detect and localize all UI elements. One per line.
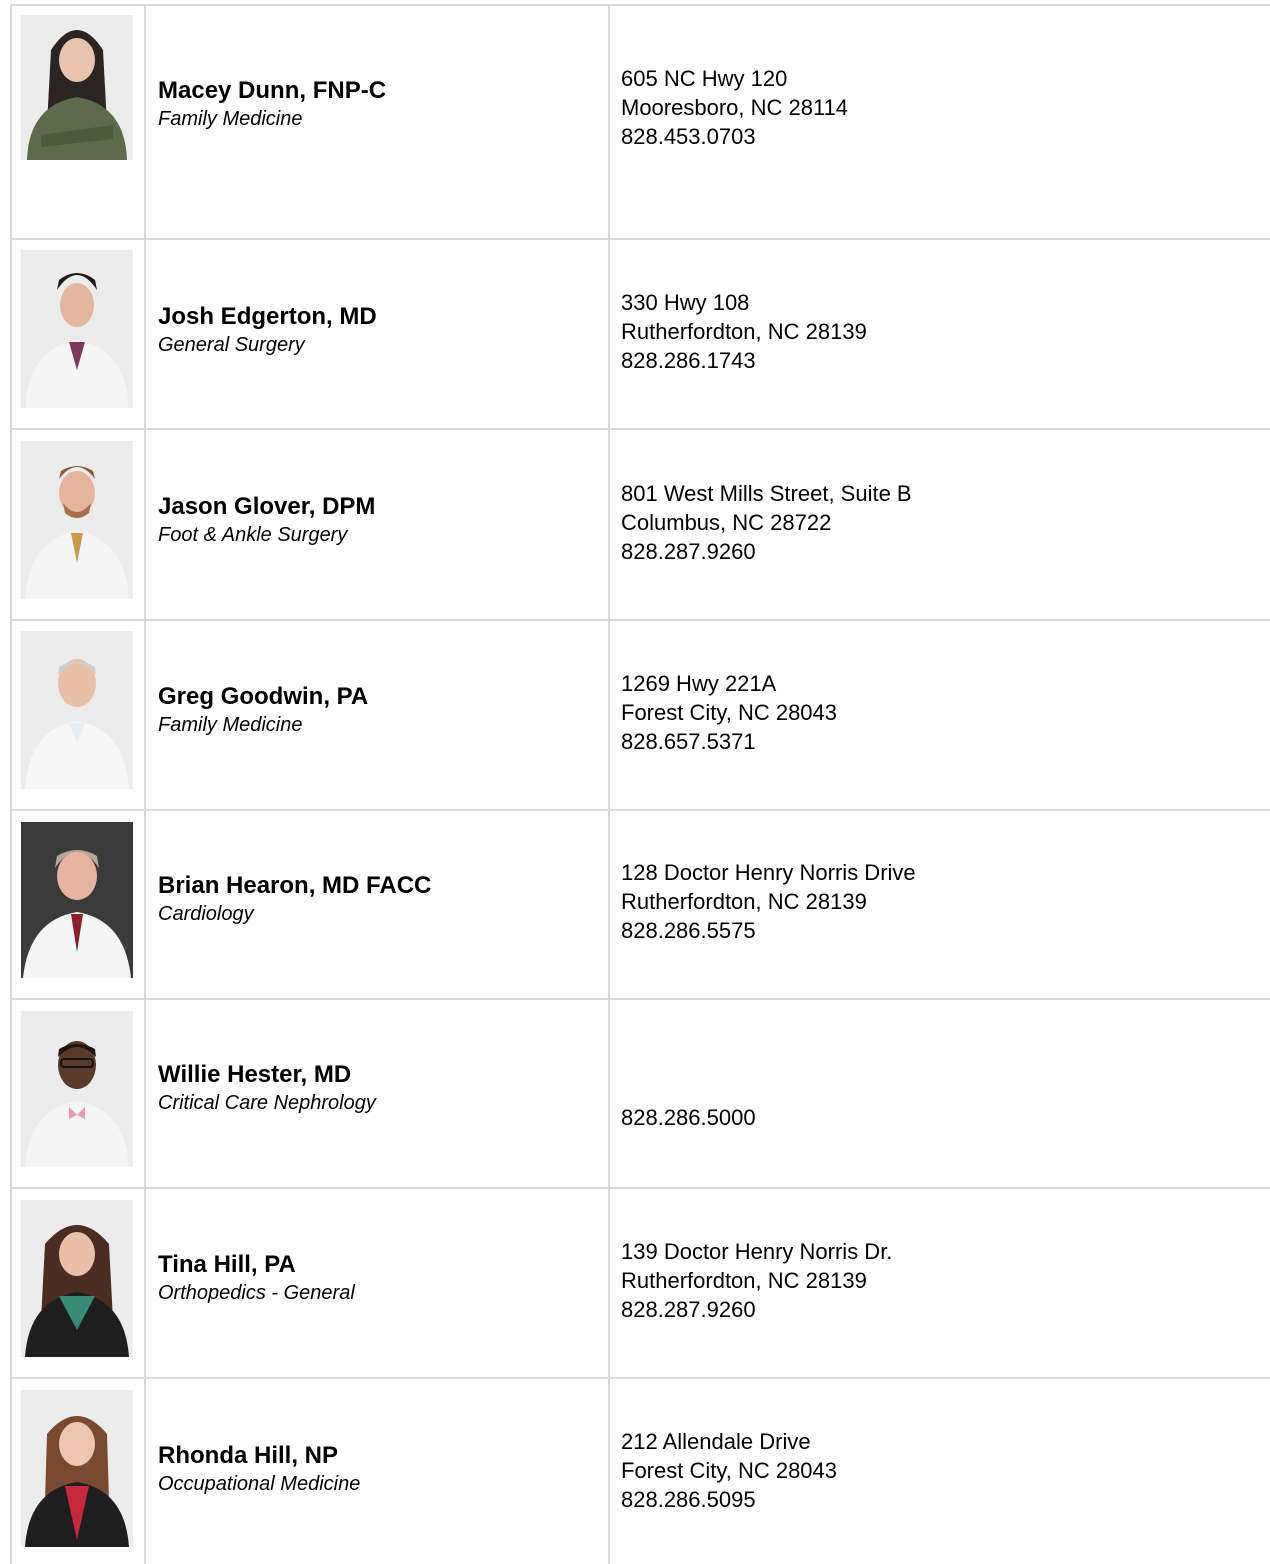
- row-divider: [10, 1377, 1270, 1379]
- row-divider: [10, 4, 1270, 6]
- row-divider: [10, 238, 1270, 240]
- address-line: 605 NC Hwy 120: [621, 66, 788, 91]
- provider-contact: 801 West Mills Street, Suite B Columbus,…: [621, 479, 1261, 566]
- address-line: 1269 Hwy 221A: [621, 671, 777, 696]
- provider-name[interactable]: Macey Dunn, FNP-C: [158, 76, 598, 106]
- provider-name-cell: Tina Hill, PA Orthopedics - General: [158, 1250, 598, 1306]
- address-line: 139 Doctor Henry Norris Dr.: [621, 1239, 893, 1264]
- provider-name[interactable]: Josh Edgerton, MD: [158, 302, 598, 332]
- provider-photo: [21, 1011, 133, 1167]
- provider-name-cell: Jason Glover, DPM Foot & Ankle Surgery: [158, 492, 598, 548]
- phone-number[interactable]: 828.287.9260: [621, 1295, 1261, 1324]
- provider-name-cell: Brian Hearon, MD FACC Cardiology: [158, 871, 598, 927]
- provider-specialty: General Surgery: [158, 334, 305, 356]
- phone-number[interactable]: 828.287.9260: [621, 537, 1261, 566]
- city-line: Forest City, NC 28043: [621, 1458, 838, 1483]
- provider-contact: 212 Allendale Drive Forest City, NC 2804…: [621, 1427, 1261, 1514]
- provider-name[interactable]: Rhonda Hill, NP: [158, 1441, 598, 1471]
- provider-name-cell: Macey Dunn, FNP-C Family Medicine: [158, 76, 598, 132]
- provider-specialty: Foot & Ankle Surgery: [158, 524, 348, 546]
- address-line: 212 Allendale Drive: [621, 1429, 811, 1454]
- column-divider: [144, 4, 146, 1564]
- phone-number[interactable]: 828.286.5000: [621, 1103, 1261, 1132]
- provider-name-cell: Greg Goodwin, PA Family Medicine: [158, 682, 598, 738]
- city-line: Rutherfordton, NC 28139: [621, 1268, 867, 1293]
- city-line: Mooresboro, NC 28114: [621, 95, 849, 120]
- provider-name[interactable]: Brian Hearon, MD FACC: [158, 871, 598, 901]
- row-divider: [10, 619, 1270, 621]
- provider-photo: [21, 631, 133, 789]
- provider-name[interactable]: Greg Goodwin, PA: [158, 682, 598, 712]
- column-divider: [10, 4, 12, 1564]
- city-line: Rutherfordton, NC 28139: [621, 319, 867, 344]
- provider-photo: [21, 1390, 133, 1547]
- person-photo-icon: [21, 15, 133, 160]
- person-photo-icon: [21, 1390, 133, 1547]
- provider-name-cell: Rhonda Hill, NP Occupational Medicine: [158, 1441, 598, 1497]
- address-line: 128 Doctor Henry Norris Drive: [621, 860, 916, 885]
- provider-specialty: Orthopedics - General: [158, 1282, 355, 1304]
- person-photo-icon: [21, 631, 133, 789]
- provider-contact: 605 NC Hwy 120 Mooresboro, NC 28114 828.…: [621, 64, 1261, 151]
- row-divider: [10, 1187, 1270, 1189]
- city-line: Forest City, NC 28043: [621, 700, 838, 725]
- address-line: 801 West Mills Street, Suite B: [621, 481, 912, 506]
- row-divider: [10, 428, 1270, 430]
- provider-photo: [21, 1200, 133, 1357]
- provider-contact: 330 Hwy 108 Rutherfordton, NC 28139 828.…: [621, 288, 1261, 375]
- provider-photo: [21, 441, 133, 599]
- person-photo-icon: [21, 1011, 133, 1167]
- address-line: 330 Hwy 108: [621, 290, 750, 315]
- provider-name[interactable]: Tina Hill, PA: [158, 1250, 598, 1280]
- row-divider: [10, 998, 1270, 1000]
- column-divider: [608, 4, 610, 1564]
- provider-photo: [21, 822, 133, 978]
- provider-name[interactable]: Jason Glover, DPM: [158, 492, 598, 522]
- provider-name-cell: Willie Hester, MD Critical Care Nephrolo…: [158, 1060, 598, 1116]
- phone-number[interactable]: 828.453.0703: [621, 122, 1261, 151]
- phone-number[interactable]: 828.657.5371: [621, 727, 1261, 756]
- provider-specialty: Family Medicine: [158, 714, 303, 736]
- city-line: Columbus, NC 28722: [621, 510, 832, 535]
- provider-photo: [21, 15, 133, 160]
- provider-specialty: Cardiology: [158, 903, 254, 925]
- provider-specialty: Occupational Medicine: [158, 1473, 361, 1495]
- phone-number[interactable]: 828.286.5095: [621, 1485, 1261, 1514]
- city-line: Rutherfordton, NC 28139: [621, 889, 867, 914]
- provider-contact: 139 Doctor Henry Norris Dr. Rutherfordto…: [621, 1237, 1261, 1324]
- provider-name[interactable]: Willie Hester, MD: [158, 1060, 598, 1090]
- row-divider: [10, 809, 1270, 811]
- provider-contact: 1269 Hwy 221A Forest City, NC 28043 828.…: [621, 669, 1261, 756]
- phone-number[interactable]: 828.286.1743: [621, 346, 1261, 375]
- provider-name-cell: Josh Edgerton, MD General Surgery: [158, 302, 598, 358]
- person-photo-icon: [21, 1200, 133, 1357]
- provider-contact: 128 Doctor Henry Norris Drive Rutherford…: [621, 858, 1261, 945]
- provider-specialty: Family Medicine: [158, 108, 303, 130]
- provider-specialty: Critical Care Nephrology: [158, 1092, 376, 1114]
- provider-table: [0, 0, 1270, 1564]
- phone-number[interactable]: 828.286.5575: [621, 916, 1261, 945]
- person-photo-icon: [21, 441, 133, 599]
- provider-contact: 828.286.5000: [621, 1103, 1261, 1132]
- person-photo-icon: [21, 250, 133, 408]
- person-photo-icon: [21, 822, 133, 978]
- provider-photo: [21, 250, 133, 408]
